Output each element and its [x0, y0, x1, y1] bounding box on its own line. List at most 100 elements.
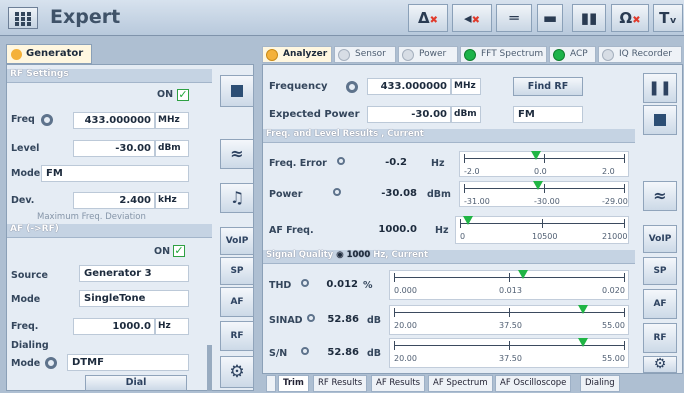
- freq-error-tick: [464, 154, 465, 163]
- tab-dialing[interactable]: Dialing: [580, 375, 620, 392]
- voip-button[interactable]: VoIP: [220, 227, 254, 255]
- stop-button[interactable]: [220, 75, 254, 107]
- rx-stop-button[interactable]: [643, 105, 677, 135]
- scrollbar[interactable]: [207, 345, 212, 391]
- settings-gear-icon[interactable]: ⚙: [220, 356, 254, 388]
- expected-power-input[interactable]: -30.00: [367, 106, 451, 123]
- iq-status-icon: [602, 49, 614, 61]
- tab-analyzer[interactable]: Analyzer: [262, 46, 332, 63]
- rx-af-button[interactable]: AF: [643, 289, 677, 319]
- rf-on-checkbox[interactable]: ✓: [177, 89, 189, 101]
- audio-note-icon[interactable]: ♫: [220, 183, 254, 213]
- freq-error-marker: [531, 151, 541, 160]
- speaker-button[interactable]: SP: [220, 257, 254, 285]
- connector-icon[interactable]: ═: [496, 4, 532, 32]
- audio-mute-icon[interactable]: ◂✖: [452, 4, 492, 32]
- tab-power[interactable]: Power: [398, 46, 458, 63]
- thd-tick-label: 0.013: [499, 286, 522, 295]
- layout-icon[interactable]: ▮▮: [572, 4, 606, 32]
- sinad-tick-label: 37.50: [499, 321, 522, 330]
- tab-acp[interactable]: ACP: [549, 46, 596, 63]
- tab-af-results[interactable]: AF Results: [371, 375, 426, 392]
- sinad-tick: [509, 308, 510, 317]
- dial-button[interactable]: Dial: [85, 375, 187, 391]
- tab-af-spectrum[interactable]: AF Spectrum: [428, 375, 493, 392]
- modulation-icon[interactable]: ≈: [220, 139, 254, 169]
- power-scale: -31.00 -30.00 -29.00: [459, 181, 629, 207]
- level-input[interactable]: -30.00: [73, 140, 155, 157]
- sensor-status-icon: [338, 49, 350, 61]
- trigger-icon[interactable]: Tᵥ: [653, 4, 683, 32]
- tab-trim[interactable]: Trim: [278, 375, 309, 392]
- thd-tick-label: 0.020: [602, 286, 625, 295]
- tab-generator[interactable]: Generator: [6, 44, 92, 64]
- tab-iq-recorder[interactable]: IQ Recorder: [598, 46, 682, 63]
- dialing-label: Dialing: [11, 340, 49, 351]
- rx-freq-gear-icon[interactable]: [346, 81, 358, 93]
- rf-on-label: ON: [157, 89, 174, 100]
- tab-power-label: Power: [419, 49, 447, 59]
- find-rf-button[interactable]: Find RF: [513, 77, 583, 96]
- rx-settings-gear-icon[interactable]: ⚙: [643, 356, 677, 373]
- sinad-gear-icon[interactable]: [307, 314, 315, 322]
- pause-button[interactable]: ❚❚: [643, 73, 677, 103]
- tab-af-oscilloscope[interactable]: AF Oscilloscope: [495, 375, 572, 392]
- source-select[interactable]: Generator 3: [79, 265, 189, 282]
- expected-power-label: Expected Power: [269, 109, 360, 120]
- af-mode-select[interactable]: SingleTone: [79, 290, 189, 307]
- tab-sensor[interactable]: Sensor: [334, 46, 396, 63]
- delta-marker-icon[interactable]: Δ✖: [408, 4, 448, 32]
- analyzer-panel: Frequency 433.000000 MHz Find RF Expecte…: [262, 64, 683, 374]
- power-gear-icon[interactable]: [333, 188, 341, 196]
- power-tick-label: -31.00: [464, 197, 490, 206]
- af-freq-tick: [624, 219, 625, 228]
- sinad-value: 52.86: [327, 314, 359, 325]
- rx-voip-button[interactable]: VoIP: [643, 225, 677, 253]
- dev-label: Dev.: [11, 195, 35, 206]
- thd-tick: [509, 273, 510, 282]
- sq-header-title: Signal Quality: [266, 250, 334, 260]
- af-header: AF (->RF): [7, 224, 212, 238]
- screen-icon[interactable]: ▬: [537, 4, 563, 32]
- freq-error-tick-label: -2.0: [464, 167, 480, 176]
- freq-error-tick: [624, 154, 625, 163]
- acp-status-icon: [553, 49, 565, 61]
- sn-gear-icon[interactable]: [301, 347, 309, 355]
- title-bar: Expert Δ✖ ◂✖ ═ ▬ ▮▮ Ω✖ Tᵥ: [0, 0, 684, 36]
- rf-button[interactable]: RF: [220, 321, 254, 351]
- power-tick: [464, 184, 465, 193]
- rx-freq-input[interactable]: 433.000000: [367, 78, 451, 95]
- tab-fft-spectrum[interactable]: FFT Spectrum: [460, 46, 547, 63]
- dev-input[interactable]: 2.400: [73, 192, 155, 209]
- thd-tick-label: 0.000: [394, 286, 417, 295]
- tab-rf-results[interactable]: RF Results: [313, 375, 368, 392]
- sinad-scale: 20.00 37.50 55.00: [389, 305, 629, 335]
- app-menu-icon[interactable]: [8, 7, 38, 29]
- dial-mode-gear-icon[interactable]: [45, 357, 57, 369]
- tab-scroll-left[interactable]: [266, 375, 276, 392]
- freq-input[interactable]: 433.000000: [73, 112, 155, 129]
- freq-error-gear-icon[interactable]: [337, 157, 345, 165]
- power-marker: [532, 181, 543, 190]
- thd-gear-icon[interactable]: [301, 279, 309, 287]
- af-on-checkbox[interactable]: ✓: [173, 245, 185, 257]
- rx-rf-button[interactable]: RF: [643, 323, 677, 353]
- af-freq-result-value: 1000.0: [378, 224, 417, 235]
- mode-select[interactable]: FM: [41, 165, 189, 182]
- demod-icon[interactable]: ≈: [643, 181, 677, 211]
- af-freq-marker: [463, 216, 474, 225]
- sn-marker: [577, 338, 588, 347]
- rx-mode-select[interactable]: FM: [513, 106, 583, 123]
- af-freq-input[interactable]: 1000.0: [73, 318, 155, 335]
- af-freq-unit: Hz: [155, 318, 189, 335]
- dial-mode-select[interactable]: DTMF: [67, 354, 189, 371]
- af-freq-result-unit: Hz: [435, 225, 449, 236]
- impedance-icon[interactable]: Ω✖: [611, 4, 649, 32]
- af-button[interactable]: AF: [220, 287, 254, 317]
- freq-gear-icon[interactable]: [41, 114, 53, 126]
- sq-header-suffix: Hz, Current: [373, 250, 429, 260]
- thd-tick: [624, 273, 625, 282]
- sn-scale: 20.00 37.50 55.00: [389, 338, 629, 368]
- rx-speaker-button[interactable]: SP: [643, 257, 677, 285]
- af-freq-result-label: AF Freq.: [269, 225, 314, 236]
